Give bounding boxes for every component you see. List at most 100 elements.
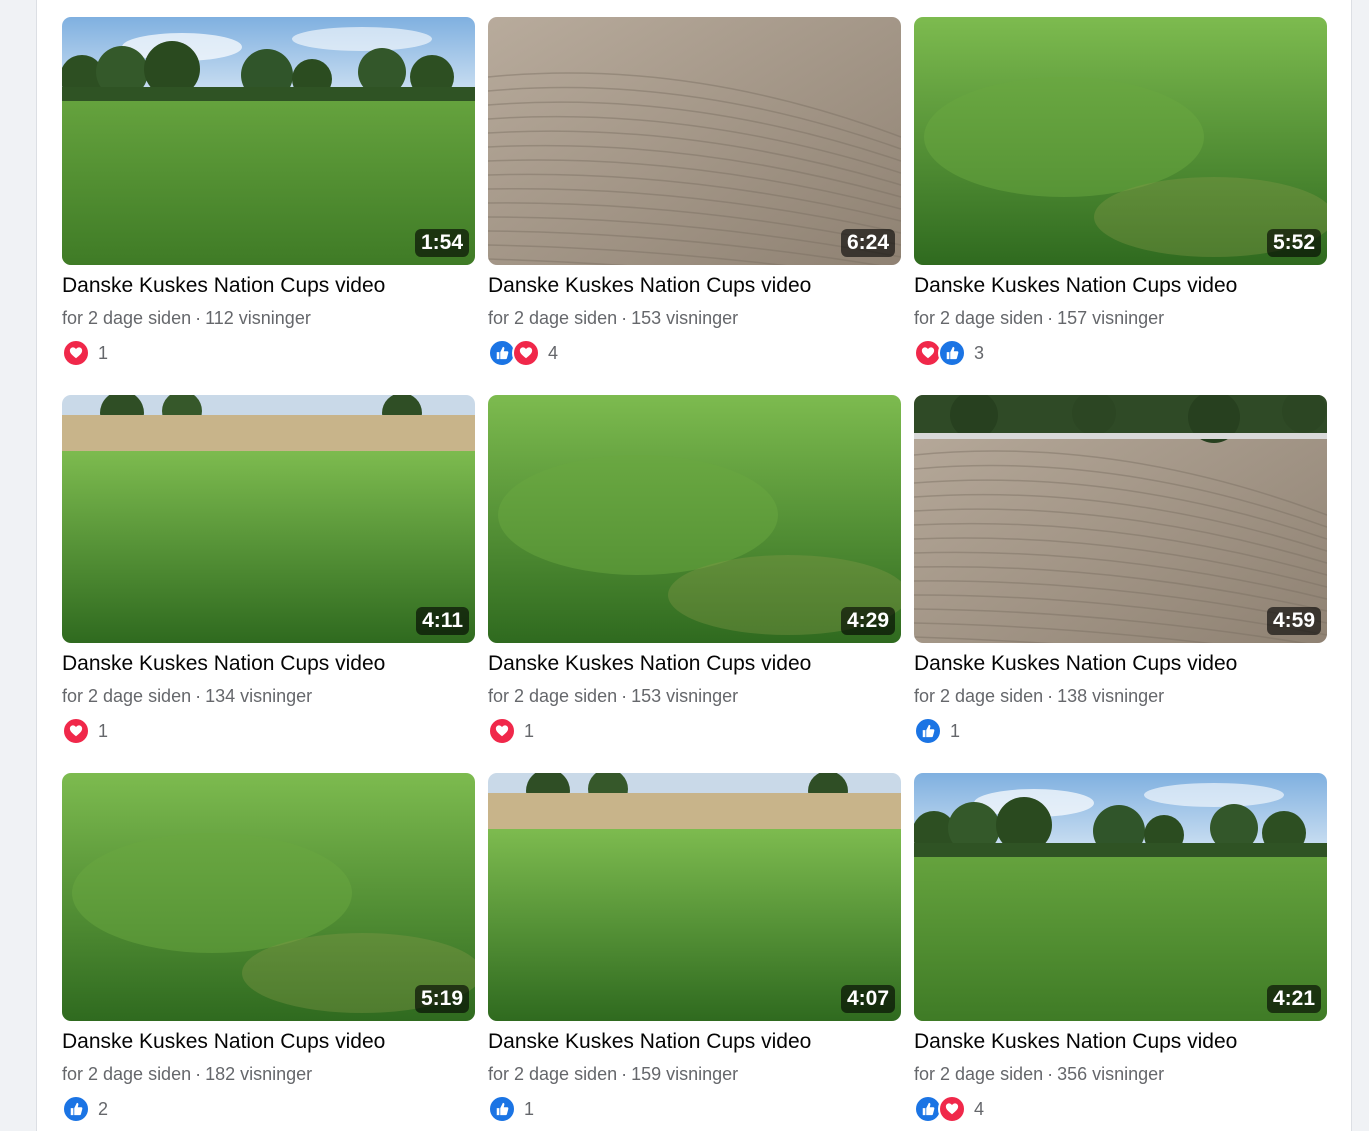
reaction-icons xyxy=(914,1095,966,1123)
video-thumbnail[interactable]: 4:07 xyxy=(488,773,901,1021)
meta-separator: · xyxy=(621,686,628,706)
reaction-icons xyxy=(488,717,516,745)
video-age: for 2 dage siden xyxy=(914,308,1044,328)
video-thumbnail-image xyxy=(62,773,475,1021)
meta-separator: · xyxy=(1047,308,1054,328)
video-title[interactable]: Danske Kuskes Nation Cups video xyxy=(914,274,1327,298)
reaction-count: 1 xyxy=(524,720,535,741)
video-title[interactable]: Danske Kuskes Nation Cups video xyxy=(62,1030,475,1054)
video-title[interactable]: Danske Kuskes Nation Cups video xyxy=(62,652,475,676)
video-title[interactable]: Danske Kuskes Nation Cups video xyxy=(488,274,901,298)
video-thumbnail-image xyxy=(488,17,901,265)
reactions-summary[interactable]: 1 xyxy=(62,339,475,367)
video-thumbnail[interactable]: 4:59 xyxy=(914,395,1327,643)
video-thumbnail[interactable]: 5:52 xyxy=(914,17,1327,265)
like-reaction-icon xyxy=(914,717,942,745)
video-views: 112 visninger xyxy=(205,308,311,328)
video-thumbnail-image xyxy=(488,773,901,1021)
video-duration-badge: 1:54 xyxy=(414,229,469,257)
video-duration-badge: 4:07 xyxy=(840,985,895,1013)
video-meta: for 2 dage siden · 157 visninger xyxy=(914,307,1327,329)
reaction-count: 4 xyxy=(548,342,559,363)
reactions-summary[interactable]: 3 xyxy=(914,339,1327,367)
reactions-summary[interactable]: 1 xyxy=(62,717,475,745)
reaction-count: 1 xyxy=(950,720,961,741)
reaction-icons xyxy=(62,1095,90,1123)
video-views: 138 visninger xyxy=(1057,686,1165,706)
meta-separator: · xyxy=(1047,686,1054,706)
video-views: 153 visninger xyxy=(631,308,739,328)
video-title[interactable]: Danske Kuskes Nation Cups video xyxy=(488,1030,901,1054)
video-title[interactable]: Danske Kuskes Nation Cups video xyxy=(914,652,1327,676)
love-reaction-icon xyxy=(488,717,516,745)
video-meta: for 2 dage siden · 159 visninger xyxy=(488,1063,901,1085)
reaction-count: 2 xyxy=(98,1098,109,1119)
video-thumbnail[interactable]: 4:21 xyxy=(914,773,1327,1021)
video-card[interactable]: 4:07 Danske Kuskes Nation Cups video for… xyxy=(488,773,901,1123)
video-age: for 2 dage siden xyxy=(488,686,618,706)
video-title[interactable]: Danske Kuskes Nation Cups video xyxy=(488,652,901,676)
video-card[interactable]: 4:21 Danske Kuskes Nation Cups video for… xyxy=(914,773,1327,1123)
video-thumbnail[interactable]: 5:19 xyxy=(62,773,475,1021)
video-age: for 2 dage siden xyxy=(914,686,1044,706)
reactions-summary[interactable]: 1 xyxy=(488,1095,901,1123)
video-meta: for 2 dage siden · 153 visninger xyxy=(488,685,901,707)
video-card[interactable]: 4:11 Danske Kuskes Nation Cups video for… xyxy=(62,395,475,745)
reaction-count: 1 xyxy=(98,720,109,741)
reactions-summary[interactable]: 4 xyxy=(914,1095,1327,1123)
video-meta: for 2 dage siden · 182 visninger xyxy=(62,1063,475,1085)
video-duration-badge: 6:24 xyxy=(840,229,895,257)
reaction-icons xyxy=(488,339,540,367)
video-views: 356 visninger xyxy=(1057,1064,1165,1084)
love-reaction-icon xyxy=(62,339,90,367)
meta-separator: · xyxy=(195,308,202,328)
meta-separator: · xyxy=(1047,1064,1054,1084)
reaction-count: 1 xyxy=(524,1098,535,1119)
video-duration-badge: 4:29 xyxy=(840,607,895,635)
reactions-summary[interactable]: 2 xyxy=(62,1095,475,1123)
video-meta: for 2 dage siden · 134 visninger xyxy=(62,685,475,707)
video-thumbnail-image xyxy=(914,395,1327,643)
video-age: for 2 dage siden xyxy=(488,308,618,328)
video-thumbnail[interactable]: 4:11 xyxy=(62,395,475,643)
reaction-icons xyxy=(488,1095,516,1123)
reaction-icons xyxy=(914,717,942,745)
video-views: 157 visninger xyxy=(1057,308,1165,328)
video-views: 182 visninger xyxy=(205,1064,313,1084)
video-views: 159 visninger xyxy=(631,1064,739,1084)
video-card[interactable]: 4:59 Danske Kuskes Nation Cups video for… xyxy=(914,395,1327,745)
like-reaction-icon xyxy=(488,1095,516,1123)
video-duration-badge: 5:52 xyxy=(1266,229,1321,257)
video-thumbnail[interactable]: 1:54 xyxy=(62,17,475,265)
video-card[interactable]: 6:24 Danske Kuskes Nation Cups video for… xyxy=(488,17,901,367)
video-card[interactable]: 1:54 Danske Kuskes Nation Cups video for… xyxy=(62,17,475,367)
video-card[interactable]: 4:29 Danske Kuskes Nation Cups video for… xyxy=(488,395,901,745)
reactions-summary[interactable]: 4 xyxy=(488,339,901,367)
video-thumbnail[interactable]: 4:29 xyxy=(488,395,901,643)
video-age: for 2 dage siden xyxy=(914,1064,1044,1084)
video-meta: for 2 dage siden · 138 visninger xyxy=(914,685,1327,707)
love-reaction-icon xyxy=(938,1095,966,1123)
video-age: for 2 dage siden xyxy=(62,686,192,706)
like-reaction-icon xyxy=(62,1095,90,1123)
video-title[interactable]: Danske Kuskes Nation Cups video xyxy=(914,1030,1327,1054)
video-title[interactable]: Danske Kuskes Nation Cups video xyxy=(62,274,475,298)
video-duration-badge: 4:11 xyxy=(416,607,469,635)
video-card[interactable]: 5:52 Danske Kuskes Nation Cups video for… xyxy=(914,17,1327,367)
reactions-summary[interactable]: 1 xyxy=(488,717,901,745)
meta-separator: · xyxy=(195,1064,202,1084)
video-thumbnail-image xyxy=(488,395,901,643)
video-feed-panel: 1:54 Danske Kuskes Nation Cups video for… xyxy=(36,0,1352,1131)
video-duration-badge: 4:21 xyxy=(1266,985,1321,1013)
meta-separator: · xyxy=(195,686,202,706)
reaction-icons xyxy=(62,339,90,367)
video-thumbnail[interactable]: 6:24 xyxy=(488,17,901,265)
video-views: 134 visninger xyxy=(205,686,313,706)
video-views: 153 visninger xyxy=(631,686,739,706)
video-age: for 2 dage siden xyxy=(488,1064,618,1084)
video-card[interactable]: 5:19 Danske Kuskes Nation Cups video for… xyxy=(62,773,475,1123)
video-meta: for 2 dage siden · 153 visninger xyxy=(488,307,901,329)
reaction-icons xyxy=(62,717,90,745)
love-reaction-icon xyxy=(512,339,540,367)
reactions-summary[interactable]: 1 xyxy=(914,717,1327,745)
